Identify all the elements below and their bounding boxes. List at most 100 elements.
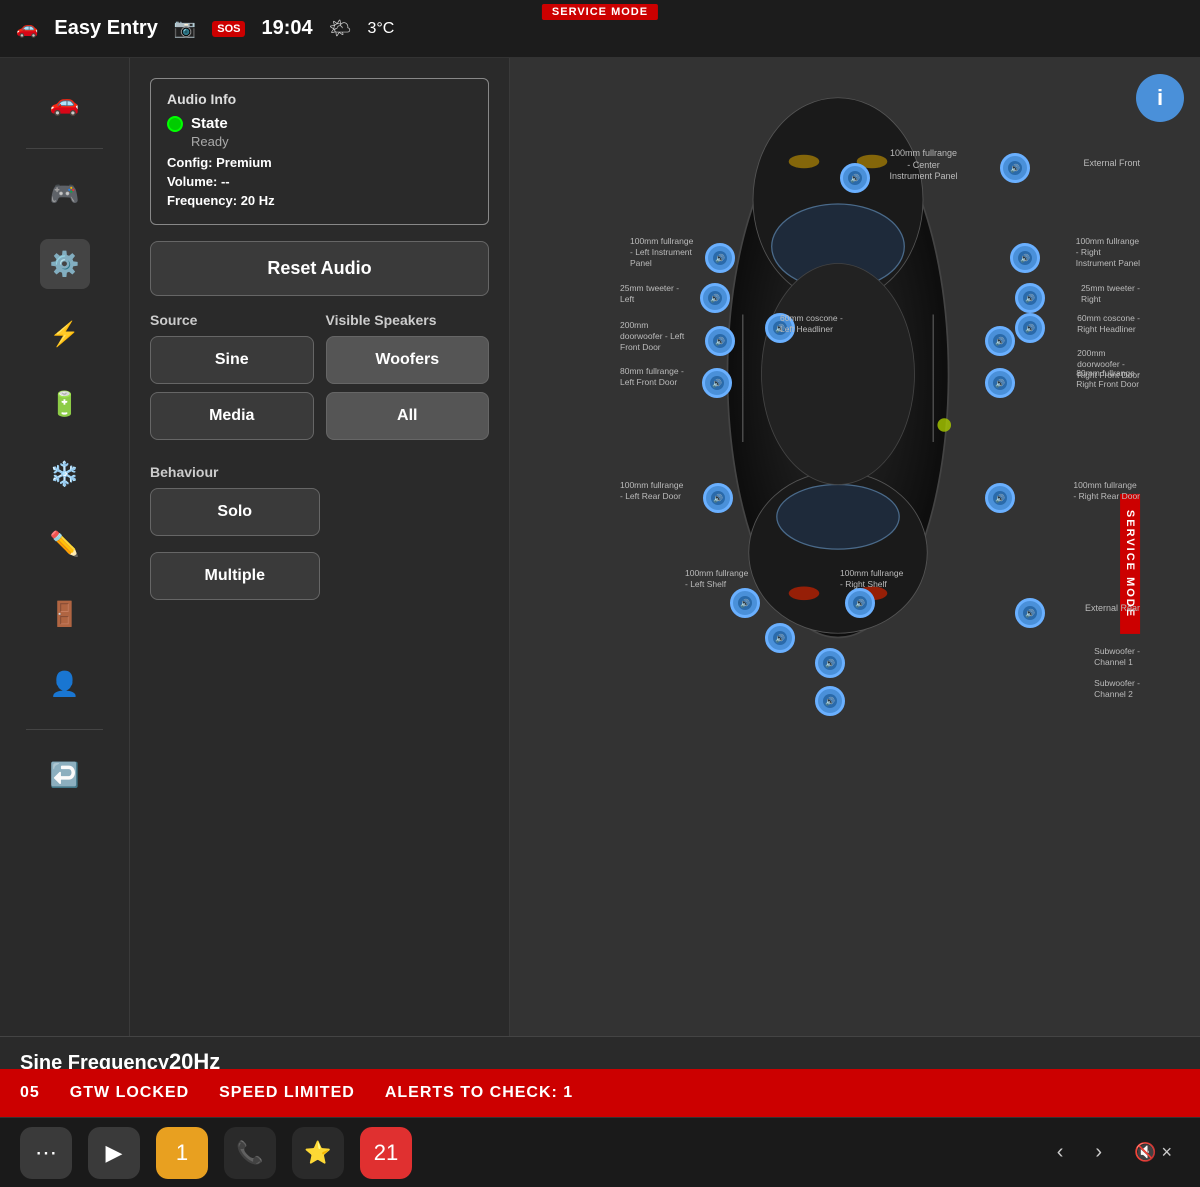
source-media-button[interactable]: Media [150,392,314,440]
speaker-coscone-right[interactable]: 🔊 [1015,313,1045,343]
sidebar-icon-settings[interactable]: ⚙️ [40,239,90,289]
speaker-rear-center[interactable]: 🔊 [815,648,845,678]
dock: ⋯ ▶ 1 📞 ⭐ 21 ‹ › 🔇 × [0,1117,1200,1187]
speaker-left-instrument[interactable]: 🔊 [705,243,735,273]
dock-calendar-button[interactable]: 21 [360,1127,412,1179]
sidebar-icon-person[interactable]: 👤 [40,659,90,709]
label-fullrange-right-front: 80mm fullrange -Right Front Door [1076,368,1140,390]
sos-badge: SOS [212,21,245,37]
label-left-rear-door: 100mm fullrange- Left Rear Door [620,480,683,502]
speaker-doorwoofer-right[interactable]: 🔊 [985,326,1015,356]
weather-icon: 🌤 [329,18,352,39]
dock-menu-button[interactable]: ⋯ [20,1127,72,1179]
speaker-external-front[interactable]: 🔊 [1000,153,1030,183]
speaker-tweeter-right[interactable]: 🔊 [1015,283,1045,313]
speaker-rear-right[interactable]: 🔊 [815,686,845,716]
sidebar-icon-battery[interactable]: 🔋 [40,379,90,429]
visible-speakers-section: Visible Speakers Woofers All [326,312,490,448]
config-row: Config: Premium [167,155,472,170]
speakers-all-button[interactable]: All [326,392,490,440]
dock-left: ⋯ ▶ 1 📞 ⭐ 21 [20,1127,412,1179]
behaviour-label: Behaviour [150,464,489,480]
label-tweeter-left: 25mm tweeter -Left [620,283,679,305]
state-value: Ready [191,134,472,149]
label-doorwoofer-left: 200mmdoorwoofer - LeftFront Door [620,320,684,353]
dock-play-button[interactable]: ▶ [88,1127,140,1179]
volume-row: Volume: -- [167,174,472,189]
speaker-external-rear[interactable]: 🔊 [1015,598,1045,628]
speaker-tweeter-left[interactable]: 🔊 [700,283,730,313]
sidebar-icon-lightning[interactable]: ⚡ [40,309,90,359]
dock-nav-left[interactable]: ‹ [1049,1133,1072,1172]
sidebar: 🚗 🎮 ⚙️ ⚡ 🔋 ❄️ ✏️ 🚪 👤 ↩️ [0,58,130,1069]
config-value: Premium [216,155,272,170]
status-speed: SPEED LIMITED [219,1084,355,1102]
source-section: Source Sine Media [150,312,314,448]
label-external-rear: External Rear [1085,603,1140,615]
dock-volume-mute[interactable]: 🔇 × [1126,1134,1180,1171]
volume-value: -- [221,174,230,189]
camera-icon: 📷 [174,18,196,39]
state-row: State [167,115,472,132]
behaviour-multiple-button[interactable]: Multiple [150,552,320,600]
label-fullrange-left-front: 80mm fullrange -Left Front Door [620,366,684,388]
audio-info-title: Audio Info [167,91,472,107]
source-label: Source [150,312,314,328]
label-center-panel: 100mm fullrange- CenterInstrument Panel [890,148,958,183]
frequency-value: 20 Hz [241,193,275,208]
state-label: State [191,115,228,132]
sidebar-icon-steering[interactable]: 🎮 [40,169,90,219]
status-alerts: ALERTS TO CHECK: 1 [385,1084,573,1102]
visible-speakers-label: Visible Speakers [326,312,490,328]
label-left-shelf: 100mm fullrange- Left Shelf [685,568,748,590]
speaker-fullrange-right-front[interactable]: 🔊 [985,368,1015,398]
speaker-left-shelf[interactable]: 🔊 [730,588,760,618]
behaviour-btn-group: Solo Multiple [150,488,320,608]
info-button[interactable]: i [1136,74,1184,122]
dock-nav-right[interactable]: › [1087,1133,1110,1172]
speaker-fullrange-left-front[interactable]: 🔊 [702,368,732,398]
state-indicator [167,116,183,132]
frequency-row: Frequency: 20 Hz [167,193,472,208]
speaker-right-rear-door[interactable]: 🔊 [985,483,1015,513]
label-right-rear-door: 100mm fullrange- Right Rear Door [1073,480,1140,502]
reset-audio-button[interactable]: Reset Audio [150,241,489,296]
speaker-left-rear-door[interactable]: 🔊 [703,483,733,513]
sidebar-icon-door[interactable]: 🚪 [40,589,90,639]
status-gtw: 05 [20,1084,40,1102]
easy-entry-label: Easy Entry [54,17,157,40]
source-speakers-row: Source Sine Media Visible Speakers Woofe… [150,312,489,448]
speaker-center-panel[interactable]: 🔊 [840,163,870,193]
sidebar-divider-1 [26,148,103,149]
temperature-display: 3°C [367,20,394,38]
service-mode-label: SERVICE MODE [542,4,658,20]
speaker-doorwoofer-left[interactable]: 🔊 [705,326,735,356]
sidebar-divider-2 [26,729,103,730]
label-external-front: External Front [1083,158,1140,170]
source-sine-button[interactable]: Sine [150,336,314,384]
speaker-rear-left[interactable]: 🔊 [765,623,795,653]
audio-info-box: Audio Info State Ready Config: Premium V… [150,78,489,225]
speaker-right-instrument[interactable]: 🔊 [1010,243,1040,273]
car-area: i SERVICE MODE [510,58,1200,1069]
status-gtw-locked: GTW LOCKED [70,1084,189,1102]
label-right-shelf: 100mm fullrange- Right Shelf [840,568,903,590]
sidebar-icon-snowflake[interactable]: ❄️ [40,449,90,499]
dock-phone-button[interactable]: 📞 [224,1127,276,1179]
sidebar-icon-car[interactable]: 🚗 [40,78,90,128]
label-right-instrument: 100mm fullrange- RightInstrument Panel [1076,236,1140,269]
speaker-right-shelf[interactable]: 🔊 [845,588,875,618]
label-subwoofer-1: Subwoofer -Channel 1 [1094,646,1140,668]
speakers-woofers-button[interactable]: Woofers [326,336,490,384]
sidebar-icon-pen[interactable]: ✏️ [40,519,90,569]
sidebar-icon-logout[interactable]: ↩️ [40,750,90,800]
main-container: 🚗 🎮 ⚙️ ⚡ 🔋 ❄️ ✏️ 🚪 👤 ↩️ Audio Info State… [0,58,1200,1069]
dock-right: ‹ › 🔇 × [1049,1133,1180,1172]
dock-news-button[interactable]: 1 [156,1127,208,1179]
behaviour-solo-button[interactable]: Solo [150,488,320,536]
left-panel: Audio Info State Ready Config: Premium V… [130,58,510,1069]
label-coscone-left: 60mm coscone -Left Headliner [780,313,843,335]
status-bar: SERVICE MODE 🚗 Easy Entry 📷 SOS 19:04 🌤 … [0,0,1200,58]
dock-star-button[interactable]: ⭐ [292,1127,344,1179]
label-tweeter-right: 25mm tweeter -Right [1081,283,1140,305]
